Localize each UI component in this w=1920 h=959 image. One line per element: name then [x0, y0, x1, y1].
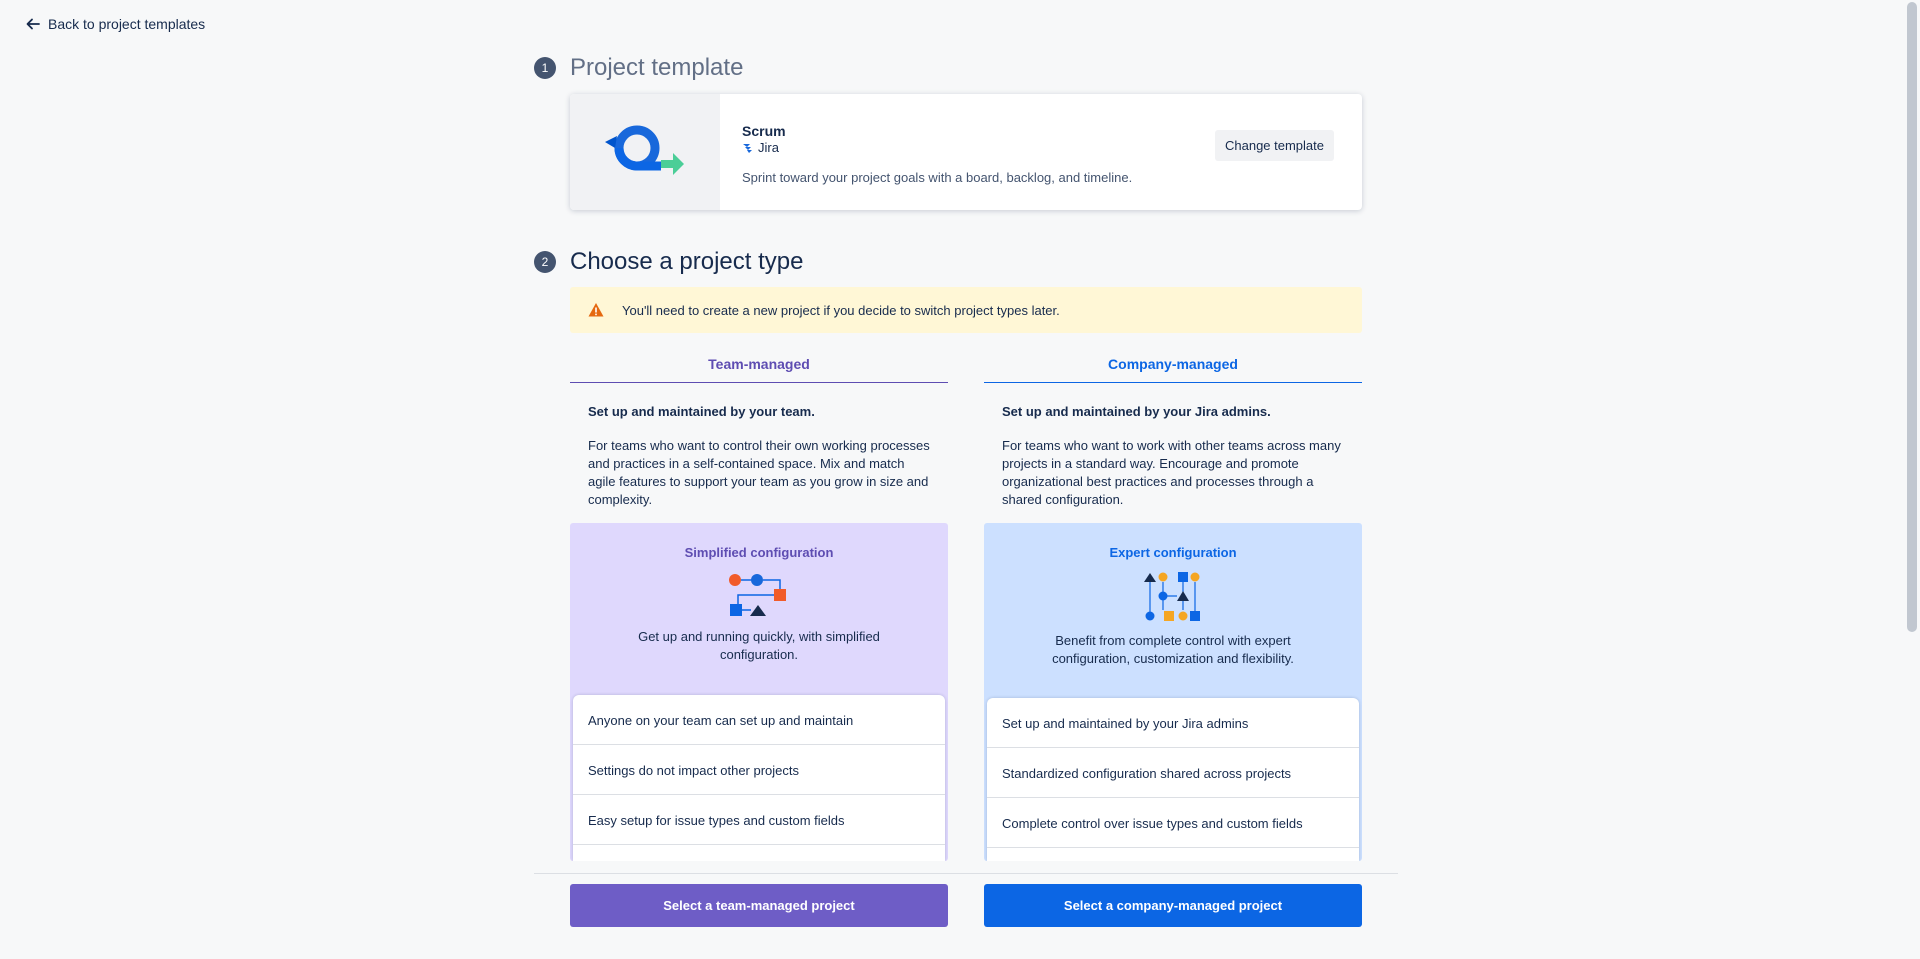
expert-config-icon [1144, 572, 1200, 621]
step-1-title: Project template [570, 54, 744, 81]
scrollbar-thumb[interactable] [1907, 2, 1917, 632]
template-card: Scrum Jira Sprint toward your project go… [570, 94, 1362, 210]
jira-logo-icon [743, 143, 752, 153]
list-item [987, 848, 1359, 861]
list-item: Easy setup for issue types and custom fi… [573, 795, 945, 845]
team-summary: Set up and maintained by your team. [588, 404, 815, 419]
company-summary: Set up and maintained by your Jira admin… [1002, 404, 1271, 419]
warning-text: You'll need to create a new project if y… [622, 302, 1060, 318]
scrollbar[interactable] [1903, 0, 1920, 959]
back-to-templates-link[interactable]: Back to project templates [26, 16, 205, 32]
company-description: For teams who want to work with other te… [1002, 438, 1341, 507]
step-2-header: 2 Choose a project type [534, 248, 803, 276]
footer-actions: Select a team-managed project Select a c… [534, 873, 1398, 959]
back-link-label: Back to project templates [48, 16, 206, 32]
team-managed-column: Team-managed Set up and maintained by yo… [570, 350, 948, 861]
company-feature-list: Set up and maintained by your Jira admin… [987, 698, 1359, 861]
scrum-illustration [570, 94, 720, 210]
list-item: Anyone on your team can set up and maint… [573, 695, 945, 745]
list-item: Standardized configuration shared across… [987, 748, 1359, 798]
team-config-panel: Simplified configuration Get up and runn… [570, 523, 948, 861]
tab-team-managed[interactable]: Team-managed [570, 350, 948, 383]
team-config-title: Simplified configuration [684, 545, 834, 560]
arrow-left-icon [26, 18, 40, 30]
tab-company-managed[interactable]: Company-managed [984, 350, 1362, 383]
list-item [573, 845, 945, 861]
select-team-managed-button[interactable]: Select a team-managed project [570, 884, 948, 927]
warning-icon [588, 303, 604, 317]
company-config-title: Expert configuration [1109, 545, 1237, 560]
change-template-button[interactable]: Change template [1214, 130, 1334, 161]
company-managed-column: Company-managed Set up and maintained by… [984, 350, 1362, 861]
simplified-config-icon [729, 574, 786, 616]
select-company-managed-button[interactable]: Select a company-managed project [984, 884, 1362, 927]
template-product-label: Jira [758, 140, 779, 155]
team-feature-list: Anyone on your team can set up and maint… [573, 695, 945, 861]
template-description: Sprint toward your project goals with a … [742, 170, 1133, 185]
company-config-panel: Expert configuration Benefit from comple… [984, 523, 1362, 861]
list-item: Complete control over issue types and cu… [987, 798, 1359, 848]
step-1-number: 1 [534, 57, 556, 79]
warning-banner: You'll need to create a new project if y… [570, 287, 1362, 333]
step-1-header: 1 Project template [534, 54, 1404, 82]
team-description: For teams who want to control their own … [588, 438, 930, 507]
step-2-title: Choose a project type [570, 248, 804, 275]
step-2-number: 2 [534, 251, 556, 273]
list-item: Settings do not impact other projects [573, 745, 945, 795]
list-item: Set up and maintained by your Jira admin… [987, 698, 1359, 748]
team-config-text: Get up and running quickly, with simplif… [638, 629, 880, 662]
company-config-text: Benefit from complete control with exper… [1052, 633, 1294, 666]
main-content: 1 Project template Scrum Jira Sprint tow… [534, 54, 1404, 861]
